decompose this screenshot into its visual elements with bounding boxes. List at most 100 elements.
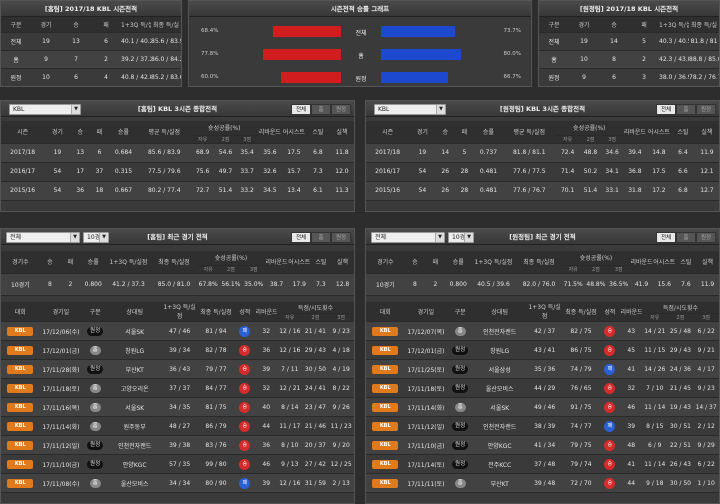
opponent-link[interactable]: 부산KT: [472, 473, 527, 493]
away-league-select[interactable]: KBL ▼: [374, 104, 446, 115]
summary-cell: 17.9: [287, 273, 311, 296]
league-badge[interactable]: KBL: [7, 345, 34, 355]
opponent-link[interactable]: 서울SK: [107, 397, 162, 417]
tab-away[interactable]: 원정: [331, 232, 351, 243]
game-row[interactable]: KBL 17/12/07(목) 홈 인천전자랜드 42 / 37 82 / 75 승 43 14…: [366, 321, 719, 341]
opponent-link[interactable]: 안양KGC: [107, 454, 162, 474]
game-row[interactable]: KBL 17/11/14(토) 원정 전주KCC 37 / 48 79 / 74 승 41 11…: [366, 454, 719, 474]
tab-home[interactable]: 홈: [676, 232, 696, 243]
q13-score: 36 / 43: [161, 359, 198, 379]
opponent-link[interactable]: 창원LG: [107, 340, 162, 360]
table-cell: 86.0 / 84.2: [151, 50, 181, 69]
league-badge[interactable]: KBL: [7, 478, 34, 488]
table-cell: 77.6 / 77.5: [502, 162, 556, 182]
opponent-link[interactable]: 울산모비스: [472, 378, 527, 398]
game-row[interactable]: KBL 17/12/06(수) 원정 서울SK 47 / 46 81 / 94 패 32 12 …: [1, 321, 354, 341]
league-badge[interactable]: KBL: [372, 326, 399, 336]
opponent-link[interactable]: 서울SK: [107, 321, 162, 341]
column-subheader: 3점: [328, 313, 354, 322]
league-badge[interactable]: KBL: [7, 326, 34, 336]
league-badge[interactable]: KBL: [372, 459, 399, 469]
league-badge[interactable]: KBL: [372, 440, 399, 450]
league-badge[interactable]: KBL: [7, 440, 34, 450]
game-row[interactable]: KBL 17/11/10(금) 원정 안양KGC 41 / 34 79 / 75 승 48 6 …: [366, 435, 719, 455]
tab-away[interactable]: 원정: [696, 232, 716, 243]
opponent-link[interactable]: 서울SK: [472, 397, 527, 417]
opponent-link[interactable]: 인천전자랜드: [472, 416, 527, 436]
game-row[interactable]: KBL 17/11/16(목) 홈 서울SK 34 / 35 81 / 75 승 40 8 / …: [1, 397, 354, 417]
game-row[interactable]: KBL 17/12/01(금) 홈 창원LG 39 / 34 82 / 78 승 36 12 /…: [1, 340, 354, 360]
game-row[interactable]: KBL 17/11/12(일) 원정 인천전자랜드 38 / 39 74 / 77 패 39 8…: [366, 416, 719, 436]
opponent-link[interactable]: 전주KCC: [472, 454, 527, 474]
league-badge[interactable]: KBL: [372, 345, 399, 355]
league-badge[interactable]: KBL: [372, 478, 399, 488]
league-badge[interactable]: KBL: [372, 383, 399, 393]
venue-cell: 홈: [447, 397, 473, 417]
venue-pill: 홈: [454, 478, 466, 488]
league-badge[interactable]: KBL: [7, 459, 34, 469]
home-recent-count[interactable]: 10경기 ▼: [83, 232, 109, 243]
tab-all[interactable]: 전체: [291, 104, 311, 115]
game-row[interactable]: KBL 17/11/18(토) 원정 울산모비스 44 / 29 76 / 65 승 32 7 …: [366, 378, 719, 398]
opponent-link[interactable]: 창원LG: [472, 340, 527, 360]
opponent-link[interactable]: 부산KT: [107, 359, 162, 379]
opponent-link[interactable]: 서울삼성: [472, 359, 527, 379]
league-badge[interactable]: KBL: [7, 421, 34, 431]
game-row[interactable]: KBL 17/11/12(일) 원정 인천전자랜드 39 / 38 83 / 76 승 36 8…: [1, 435, 354, 455]
away-recent-count[interactable]: 10경기 ▼: [448, 232, 474, 243]
league-badge[interactable]: KBL: [372, 421, 399, 431]
league-badge[interactable]: KBL: [7, 364, 34, 374]
game-row[interactable]: KBL 17/11/25(토) 원정 서울삼성 35 / 36 74 / 79 패 41 14 …: [366, 359, 719, 379]
tab-home[interactable]: 홈: [311, 104, 331, 115]
column-header: 패: [91, 17, 121, 33]
game-row[interactable]: KBL 17/11/14(화) 홈 원주동부 48 / 27 86 / 79 승 44 11 /…: [1, 416, 354, 436]
tab-all[interactable]: 전체: [656, 104, 676, 115]
game-row[interactable]: KBL 17/11/18(토) 홈 고양오리온 37 / 37 84 / 77 승 32 12 …: [1, 378, 354, 398]
league-badge[interactable]: KBL: [7, 383, 34, 393]
home-recent-filter[interactable]: 전체 ▼: [6, 232, 80, 243]
opponent-link[interactable]: 울산모비스: [107, 473, 162, 493]
stat-cell: 8 / 22: [328, 378, 354, 398]
stat-cell: 22 / 51: [667, 435, 694, 455]
opponent-link[interactable]: 원주동부: [107, 416, 162, 436]
stat-cell: 7 / 11: [276, 359, 303, 379]
opponent-link[interactable]: 인천전자랜드: [107, 435, 162, 455]
game-row[interactable]: KBL 17/12/01(금) 원정 창원LG 43 / 41 86 / 75 승 45 11 …: [366, 340, 719, 360]
league-badge[interactable]: KBL: [372, 402, 399, 412]
tab-away[interactable]: 원정: [331, 104, 351, 115]
game-row[interactable]: KBL 17/11/08(수) 홈 울산모비스 34 / 34 80 / 90 패 39 12 …: [1, 473, 354, 493]
home-season-title: [홈팀] 2017/18 KBL 시즌전적: [1, 1, 181, 17]
table-cell: 42.3 / 43.8: [659, 50, 689, 69]
league-badge[interactable]: KBL: [7, 402, 34, 412]
opponent-link[interactable]: 인천전자랜드: [472, 321, 527, 341]
league-badge[interactable]: KBL: [372, 364, 399, 374]
result-cell: 패: [599, 359, 621, 379]
venue-cell: 원정: [447, 359, 473, 379]
game-row[interactable]: KBL 17/11/10(금) 원정 안양KGC 57 / 35 99 / 80 승 46 9 …: [1, 454, 354, 474]
tab-all[interactable]: 전체: [656, 232, 676, 243]
away-recent-filter[interactable]: 전체 ▼: [371, 232, 445, 243]
opponent-link[interactable]: 안양KGC: [472, 435, 527, 455]
tab-home[interactable]: 홈: [676, 104, 696, 115]
tab-away[interactable]: 원정: [696, 104, 716, 115]
column-header: 패: [454, 121, 475, 144]
tab-home[interactable]: 홈: [311, 232, 331, 243]
column-header: 경기: [31, 17, 61, 33]
game-row[interactable]: KBL 17/11/14(화) 홈 서울SK 49 / 46 91 / 75 승 46 11 /…: [366, 397, 719, 417]
venue-pill: 홈: [89, 383, 101, 393]
game-row[interactable]: KBL 17/11/11(토) 홈 부산KT 39 / 48 72 / 70 승 44 9 / …: [366, 473, 719, 493]
final-score: 82 / 75: [562, 321, 600, 341]
table-cell: 54: [409, 181, 436, 201]
table-row: 홈 10 8 2 42.3 / 43.8 88.8 / 85.0: [539, 50, 719, 69]
home-league-select[interactable]: KBL ▼: [9, 104, 81, 115]
summary-cell: 7.3: [310, 273, 332, 296]
final-score: 91 / 75: [562, 397, 600, 417]
game-date: 17/11/25(토): [404, 359, 448, 379]
stat-cell: 9 / 18: [641, 473, 668, 493]
opponent-link[interactable]: 고양오리온: [107, 378, 162, 398]
game-row[interactable]: KBL 17/11/28(화) 원정 부산KT 36 / 43 79 / 77 승 39 7 /…: [1, 359, 354, 379]
stat-cell: 39: [255, 359, 277, 379]
table-cell: 8: [599, 50, 629, 69]
column-header: 최종 득/실점: [562, 301, 600, 322]
tab-all[interactable]: 전체: [291, 232, 311, 243]
